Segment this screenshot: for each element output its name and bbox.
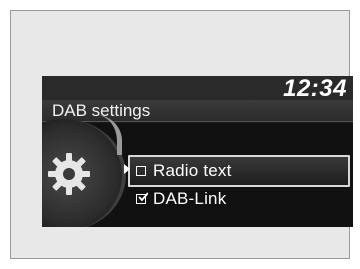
menu-item-radio-text[interactable]: Radio text [122,155,353,187]
radio-text-checkbox[interactable] [136,166,146,176]
status-bar: 12:34 [42,76,353,102]
menu-item-label: DAB-Link [153,189,227,208]
menu-item-label: Radio text [153,161,232,180]
dab-link-checkbox[interactable] [136,192,148,204]
header-bar: DAB settings [42,100,353,122]
clock: 12:34 [283,76,347,102]
selection-pointer-icon [124,164,130,174]
menu-item-dab-link[interactable]: DAB-Link [122,185,353,217]
figure-frame: 12:34 DAB settings Radio text DAB-Link [10,10,353,259]
gear-icon [48,153,90,195]
check-icon [138,192,148,202]
settings-content: Radio text DAB-Link [42,115,353,227]
infotainment-screen: 12:34 DAB settings Radio text DAB-Link [42,76,353,227]
